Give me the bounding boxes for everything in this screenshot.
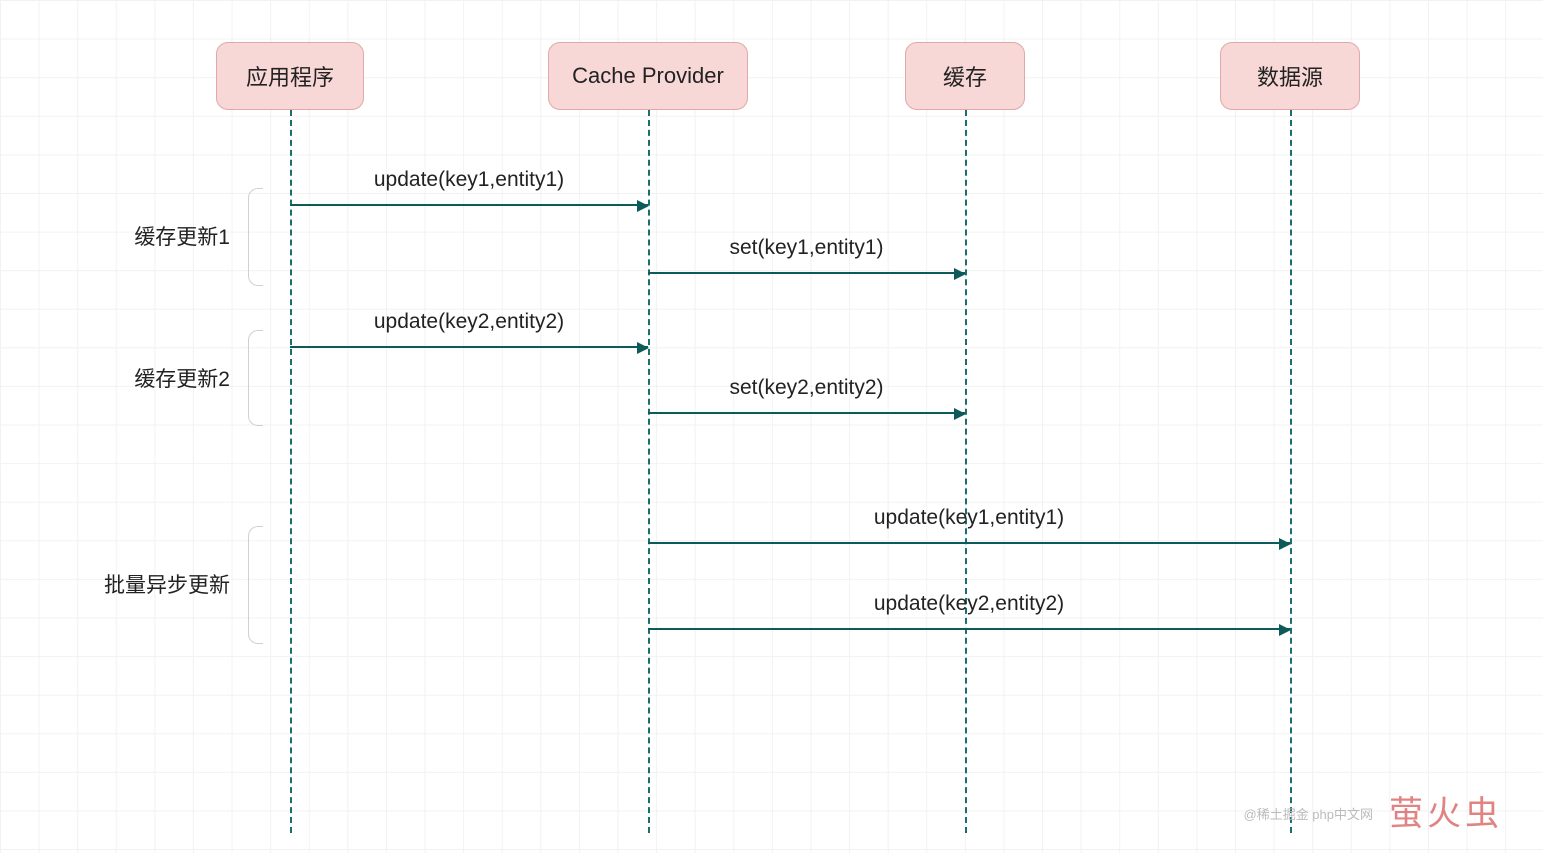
- message-arrow-5: [648, 628, 1290, 630]
- message-label-3: set(key2,entity2): [729, 376, 883, 400]
- participant-p3: 缓存: [905, 42, 1025, 110]
- sequence-diagram: 应用程序 Cache Provider 缓存 数据源 update(key1,entit…: [0, 0, 1543, 853]
- lifeline-p4: [1290, 110, 1292, 833]
- message-arrow-1: [648, 272, 965, 274]
- message-label-4: update(key1,entity1): [874, 506, 1064, 530]
- message-arrow-0: [290, 204, 648, 206]
- group-label-0: 缓存更新1: [134, 221, 230, 251]
- message-label-2: update(key2,entity2): [374, 310, 564, 334]
- lifeline-p1: [290, 110, 292, 833]
- message-arrow-3: [648, 412, 965, 414]
- group-brace-0: [248, 188, 263, 286]
- message-arrow-4: [648, 542, 1290, 544]
- participant-p4: 数据源: [1220, 42, 1360, 110]
- message-arrow-2: [290, 346, 648, 348]
- message-label-0: update(key1,entity1): [374, 168, 564, 192]
- group-label-2: 批量异步更新: [104, 569, 230, 599]
- participant-p2: Cache Provider: [548, 42, 748, 110]
- lifeline-p2: [648, 110, 650, 833]
- group-label-1: 缓存更新2: [134, 363, 230, 393]
- message-label-1: set(key1,entity1): [729, 236, 883, 260]
- group-brace-2: [248, 526, 263, 644]
- group-brace-1: [248, 330, 263, 426]
- participant-p1: 应用程序: [216, 42, 364, 110]
- lifeline-p3: [965, 110, 967, 833]
- message-label-5: update(key2,entity2): [874, 592, 1064, 616]
